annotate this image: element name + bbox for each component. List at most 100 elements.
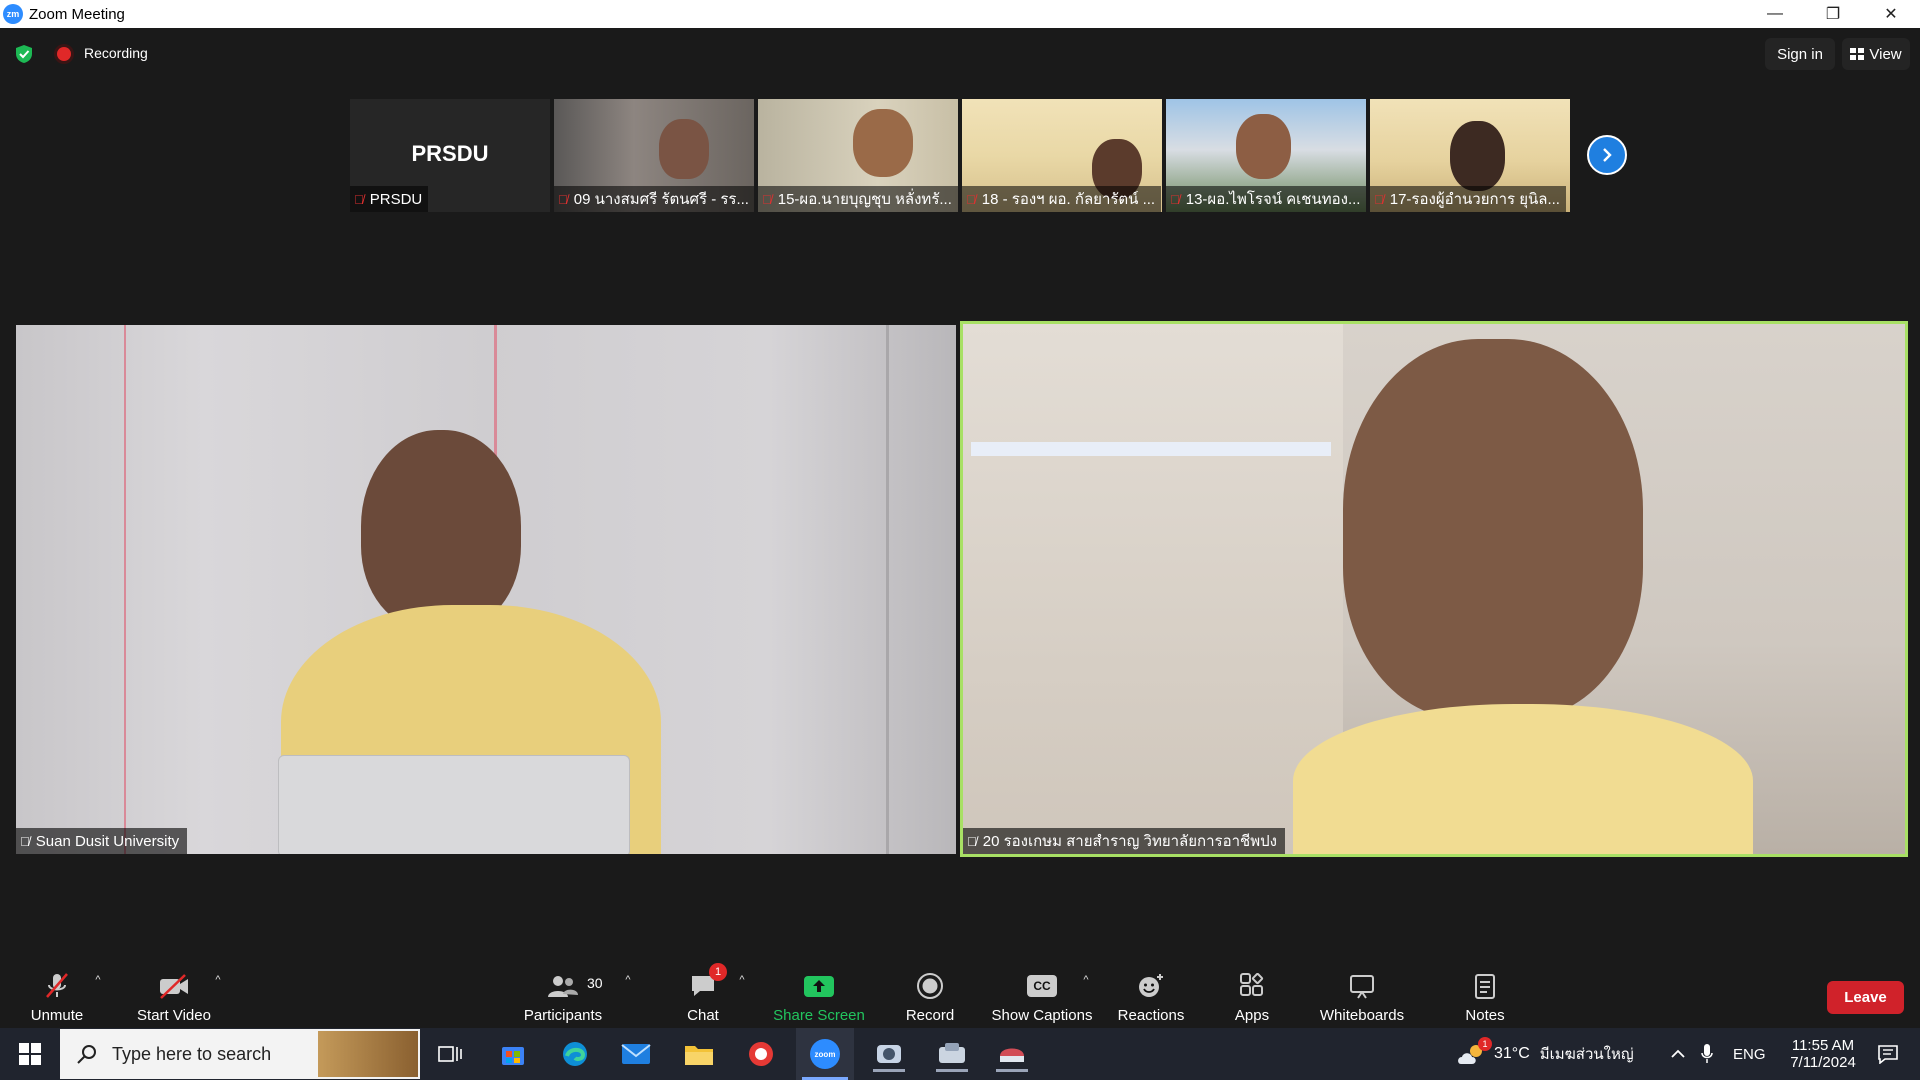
apps-button[interactable]: Apps [1232, 964, 1272, 1024]
next-page-button[interactable] [1587, 135, 1627, 175]
chat-unread-badge: 1 [709, 963, 727, 981]
video-options-caret[interactable]: ^ [208, 964, 228, 1024]
pinned-app-icon[interactable] [990, 1036, 1034, 1072]
zoom-app-icon: zm [3, 4, 23, 24]
start-video-button[interactable]: Start Video [132, 964, 216, 1024]
captions-options-caret[interactable]: ^ [1076, 964, 1096, 1024]
whiteboards-button[interactable]: Whiteboards [1314, 964, 1410, 1024]
participants-count: 30 [587, 975, 603, 991]
sign-in-button[interactable]: Sign in [1765, 38, 1835, 70]
participant-video-placeholder [853, 109, 913, 177]
video-tile-right-active-speaker[interactable]: 🎙̸ 20 รองเกษม สายสำราญ วิทยาลัยการอาชีพป… [960, 321, 1908, 857]
grid-view-icon [1850, 48, 1865, 60]
thumbnail-participant[interactable]: 🎙̸ 15-ผอ.นายบุญชุบ หลั่งทรั... [758, 99, 958, 212]
notes-icon [1473, 971, 1497, 1001]
weather-alert-badge: 1 [1478, 1037, 1492, 1051]
caret-up-icon: ^ [215, 974, 221, 986]
captions-cc-icon: CC [1027, 971, 1057, 1001]
close-button[interactable]: ✕ [1862, 0, 1920, 28]
thumbnail-name: 🎙̸ 09 นางสมศรี รัตนศรี - รร... [554, 186, 754, 212]
audio-options-caret[interactable]: ^ [88, 964, 108, 1024]
cloud-sun-icon: 1 [1456, 1037, 1492, 1066]
video-off-icon [158, 971, 190, 1001]
task-view-icon[interactable] [432, 1036, 468, 1072]
notes-button[interactable]: Notes [1462, 964, 1508, 1024]
windows-start-icon[interactable] [12, 1036, 48, 1072]
video-tile-left[interactable]: 🎙̸ Suan Dusit University [16, 325, 956, 854]
muted-mic-icon: 🎙̸ [1170, 191, 1180, 207]
mic-off-icon [44, 971, 70, 1001]
clock[interactable]: 11:55 AM 7/11/2024 [1778, 1028, 1868, 1080]
search-highlight-image [318, 1031, 418, 1077]
caret-up-icon: ^ [95, 974, 101, 986]
participant-video-placeholder [1236, 114, 1291, 179]
laptop-placeholder [278, 755, 630, 854]
weather-widget[interactable]: 1 31°C มีเมฆส่วนใหญ่ [1456, 1028, 1634, 1080]
participant-video-placeholder [659, 119, 709, 179]
file-explorer-icon[interactable] [681, 1036, 717, 1072]
thumbnail-participant[interactable]: 🎙̸ 13-ผอ.ไพโรจน์ คเชนทอง... [1166, 99, 1366, 212]
pinned-app-icon[interactable] [930, 1036, 974, 1072]
search-icon [77, 1045, 96, 1064]
weather-temp: 31°C [1494, 1045, 1530, 1062]
thumbnail-participant[interactable]: 🎙̸ 17-รองผู้อำนวยการ ยุนิล... [1370, 99, 1570, 212]
muted-mic-icon: 🎙̸ [966, 191, 976, 207]
muted-mic-icon: 🎙̸ [762, 191, 772, 207]
chat-options-caret[interactable]: ^ [732, 964, 752, 1024]
notifications-icon[interactable] [1868, 1028, 1908, 1080]
microphone-tray-icon[interactable] [1700, 1028, 1714, 1080]
language-indicator[interactable]: ENG [1733, 1028, 1766, 1080]
minimize-button[interactable]: — [1746, 0, 1804, 28]
edge-browser-icon[interactable] [557, 1036, 593, 1072]
leave-button[interactable]: Leave [1827, 981, 1904, 1014]
chat-button[interactable]: 1 Chat [680, 963, 727, 1024]
view-button[interactable]: View [1842, 38, 1910, 70]
window-titlebar: zm Zoom Meeting — ❐ ✕ [0, 0, 1920, 28]
windows-taskbar: Type here to search zoom 1 31°C มีเมฆส่ว… [0, 1028, 1920, 1080]
thumbnail-name: 🎙̸ 13-ผอ.ไพโรจน์ คเชนทอง... [1166, 186, 1366, 212]
window-controls: — ❐ ✕ [1746, 0, 1920, 28]
chevron-up-icon [1671, 1049, 1685, 1058]
participants-options-caret[interactable]: ^ [618, 964, 638, 1024]
record-icon [916, 971, 944, 1001]
smiley-plus-icon [1137, 971, 1165, 1001]
unmute-button[interactable]: Unmute [24, 964, 90, 1024]
weather-location: มีเมฆส่วนใหญ่ [1539, 1046, 1634, 1063]
video-name-tag: 🎙̸ 20 รองเกษม สายสำราญ วิทยาลัยการอาชีพป… [963, 828, 1285, 854]
caret-up-icon: ^ [739, 974, 745, 986]
zoom-taskbar-icon[interactable]: zoom [796, 1028, 854, 1080]
thumbnail-participant[interactable]: 🎙̸ 18 - รองฯ ผอ. กัลยารัตน์ ... [962, 99, 1162, 212]
speaker-video-placeholder [1343, 339, 1643, 719]
reactions-button[interactable]: Reactions [1115, 964, 1187, 1024]
thumbnail-name: 🎙̸ 18 - รองฯ ผอ. กัลยารัตน์ ... [962, 186, 1162, 212]
taskbar-search-box[interactable]: Type here to search [60, 1029, 420, 1079]
meeting-topbar: Recording Sign in View [0, 28, 1920, 80]
window-title: Zoom Meeting [29, 5, 125, 23]
thumbnail-prsdu[interactable]: PRSDU 🎙̸ PRSDU [350, 99, 550, 212]
thumbnail-name: 🎙̸ 17-รองผู้อำนวยการ ยุนิล... [1370, 186, 1566, 212]
muted-mic-icon: 🎙̸ [20, 833, 30, 849]
apps-icon [1239, 971, 1265, 1001]
recording-label[interactable]: Recording [84, 45, 148, 61]
thumbnail-name: 🎙̸ 15-ผอ.นายบุญชุบ หลั่งทรั... [758, 186, 958, 212]
muted-mic-icon: 🎙̸ [354, 191, 364, 207]
encryption-shield-icon[interactable] [14, 44, 34, 64]
meeting-toolbar: Unmute ^ Start Video ^ 30 Participants ^… [0, 960, 1920, 1028]
restore-button[interactable]: ❐ [1804, 0, 1862, 28]
share-screen-icon [803, 971, 835, 1001]
record-button[interactable]: Record [900, 964, 960, 1024]
recording-dot-icon [57, 47, 71, 61]
participants-button[interactable]: 30 Participants [521, 964, 605, 1024]
thumbnail-participant[interactable]: 🎙̸ 09 นางสมศรี รัตนศรี - รร... [554, 99, 754, 212]
app-icon[interactable] [743, 1036, 779, 1072]
participant-video-placeholder [1450, 121, 1505, 191]
thumbnail-name: 🎙̸ PRSDU [350, 186, 429, 212]
pinned-app-icon[interactable] [867, 1036, 911, 1072]
share-screen-button[interactable]: Share Screen [772, 964, 866, 1024]
mail-icon[interactable] [618, 1036, 654, 1072]
tray-overflow-chevron[interactable] [1670, 1028, 1686, 1080]
microsoft-store-icon[interactable] [495, 1036, 531, 1072]
video-name-tag: 🎙̸ Suan Dusit University [16, 828, 188, 854]
caret-up-icon: ^ [625, 974, 631, 986]
chat-icon: 1 [689, 963, 727, 1001]
